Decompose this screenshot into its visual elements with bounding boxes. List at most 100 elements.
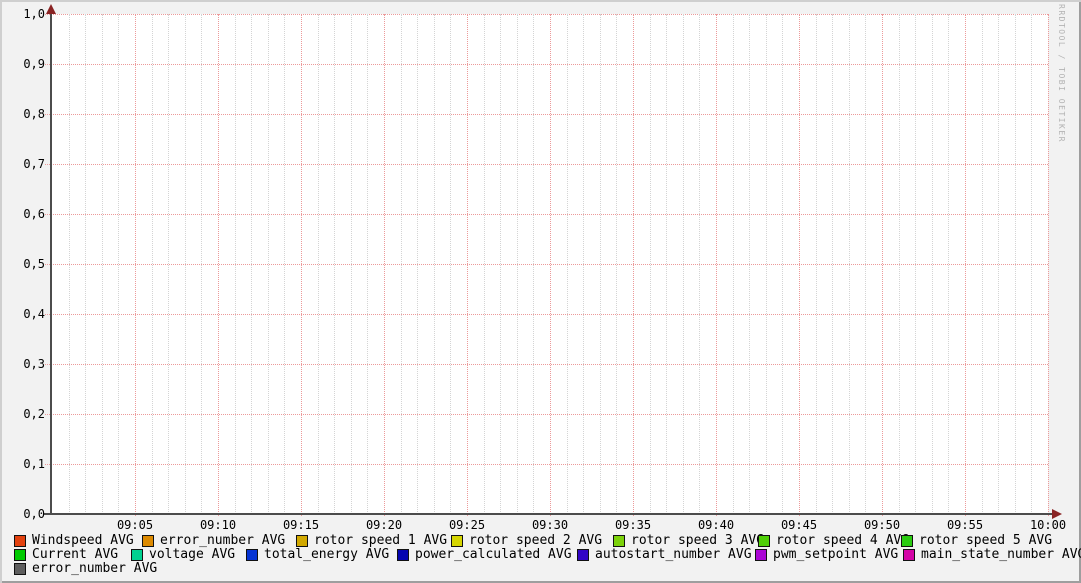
legend-item: Current AVG — [14, 547, 118, 562]
y-gridline — [45, 414, 1048, 415]
x-minor-gridline — [782, 14, 784, 514]
x-gridline — [467, 14, 468, 516]
x-minor-gridline — [898, 14, 900, 514]
legend-label: error_number AVG — [32, 561, 158, 576]
x-gridline — [550, 14, 551, 516]
x-gridline — [218, 14, 219, 516]
x-minor-gridline — [201, 14, 203, 514]
y-tick-label: 0,1 — [23, 457, 45, 471]
x-tick-label: 09:40 — [697, 518, 735, 532]
x-minor-gridline — [682, 14, 684, 514]
x-minor-gridline — [649, 14, 651, 514]
x-minor-gridline — [516, 14, 518, 514]
x-minor-gridline — [433, 14, 435, 514]
x-minor-gridline — [284, 14, 286, 514]
y-tick-label: 0,8 — [23, 107, 45, 121]
x-minor-gridline — [848, 14, 850, 514]
x-minor-gridline — [483, 14, 485, 514]
legend-label: rotor speed 3 AVG — [631, 533, 765, 548]
y-gridline — [45, 264, 1048, 265]
y-tick-label: 0,7 — [23, 157, 45, 171]
legend-label: rotor speed 2 AVG — [469, 533, 603, 548]
x-minor-gridline — [168, 14, 170, 514]
x-minor-gridline — [815, 14, 817, 514]
legend-item: pwm_setpoint AVG — [755, 547, 898, 562]
x-minor-gridline — [1014, 14, 1016, 514]
y-tick-label: 0,2 — [23, 407, 45, 421]
x-minor-gridline — [865, 14, 867, 514]
x-minor-gridline — [533, 14, 535, 514]
legend-swatch — [14, 548, 26, 561]
x-minor-gridline — [699, 14, 701, 514]
x-tick-label: 10:00 — [1029, 518, 1067, 532]
x-minor-gridline — [566, 14, 568, 514]
x-tick-label: 09:25 — [448, 518, 486, 532]
y-gridline — [45, 164, 1048, 165]
x-gridline — [716, 14, 717, 516]
legend-swatch — [14, 562, 26, 575]
legend-item: total_energy AVG — [246, 547, 390, 562]
legend-swatch — [901, 534, 913, 547]
y-tick-label: 1,0 — [23, 7, 45, 21]
legend-label: error_number AVG — [160, 533, 286, 548]
x-minor-gridline — [765, 14, 767, 514]
x-minor-gridline — [417, 14, 419, 514]
x-minor-gridline — [234, 14, 236, 514]
watermark: RRDTOOL / TOBI OETIKER — [1057, 4, 1066, 143]
legend-item: error_number AVG — [14, 561, 158, 576]
x-minor-gridline — [666, 14, 668, 514]
x-gridline — [301, 14, 302, 516]
legend-label: power_calculated AVG — [415, 547, 572, 562]
legend-label: rotor speed 5 AVG — [919, 533, 1053, 548]
x-gridline — [384, 14, 385, 516]
legend-swatch — [131, 548, 143, 561]
legend-label: rotor speed 1 AVG — [314, 533, 448, 548]
y-gridline — [45, 214, 1048, 215]
y-axis-arrow-icon — [46, 4, 56, 14]
legend-item: rotor speed 4 AVG — [758, 533, 909, 548]
y-axis-line — [50, 7, 52, 515]
legend-item: voltage AVG — [131, 547, 236, 562]
x-minor-gridline — [948, 14, 950, 514]
y-tick-label: 0,0 — [23, 507, 45, 521]
legend-swatch — [577, 548, 589, 561]
x-gridline — [799, 14, 800, 516]
legend-label: autostart_number AVG — [595, 547, 752, 562]
legend-label: main_state_number AVG — [921, 547, 1081, 562]
y-gridline — [45, 314, 1048, 315]
legend-label: Windspeed AVG — [32, 533, 134, 548]
x-gridline — [1048, 14, 1049, 516]
x-minor-gridline — [450, 14, 452, 514]
x-minor-gridline — [616, 14, 618, 514]
y-tick-label: 0,5 — [23, 257, 45, 271]
y-tick-label: 0,4 — [23, 307, 45, 321]
legend-label: voltage AVG — [149, 547, 236, 562]
y-tick-label: 0,9 — [23, 57, 45, 71]
x-minor-gridline — [583, 14, 585, 514]
x-minor-gridline — [85, 14, 87, 514]
x-tick-label: 09:35 — [614, 518, 652, 532]
x-gridline — [135, 14, 136, 516]
legend-item: rotor speed 3 AVG — [613, 533, 765, 548]
x-minor-gridline — [184, 14, 186, 514]
legend-item: rotor speed 2 AVG — [451, 533, 603, 548]
x-minor-gridline — [749, 14, 751, 514]
x-minor-gridline — [151, 14, 153, 514]
x-tick-label: 09:50 — [863, 518, 901, 532]
legend-swatch — [755, 548, 767, 561]
legend-swatch — [296, 534, 308, 547]
x-minor-gridline — [915, 14, 917, 514]
legend-label: total_energy AVG — [264, 547, 390, 562]
y-gridline — [45, 64, 1048, 65]
legend-swatch — [142, 534, 154, 547]
x-tick-label: 09:55 — [946, 518, 984, 532]
x-minor-gridline — [118, 14, 120, 514]
x-minor-gridline — [400, 14, 402, 514]
x-minor-gridline — [1031, 14, 1033, 514]
x-tick-label: 09:10 — [199, 518, 237, 532]
x-minor-gridline — [251, 14, 253, 514]
x-minor-gridline — [350, 14, 352, 514]
x-minor-gridline — [832, 14, 834, 514]
legend-item: Windspeed AVG — [14, 533, 134, 548]
x-minor-gridline — [334, 14, 336, 514]
